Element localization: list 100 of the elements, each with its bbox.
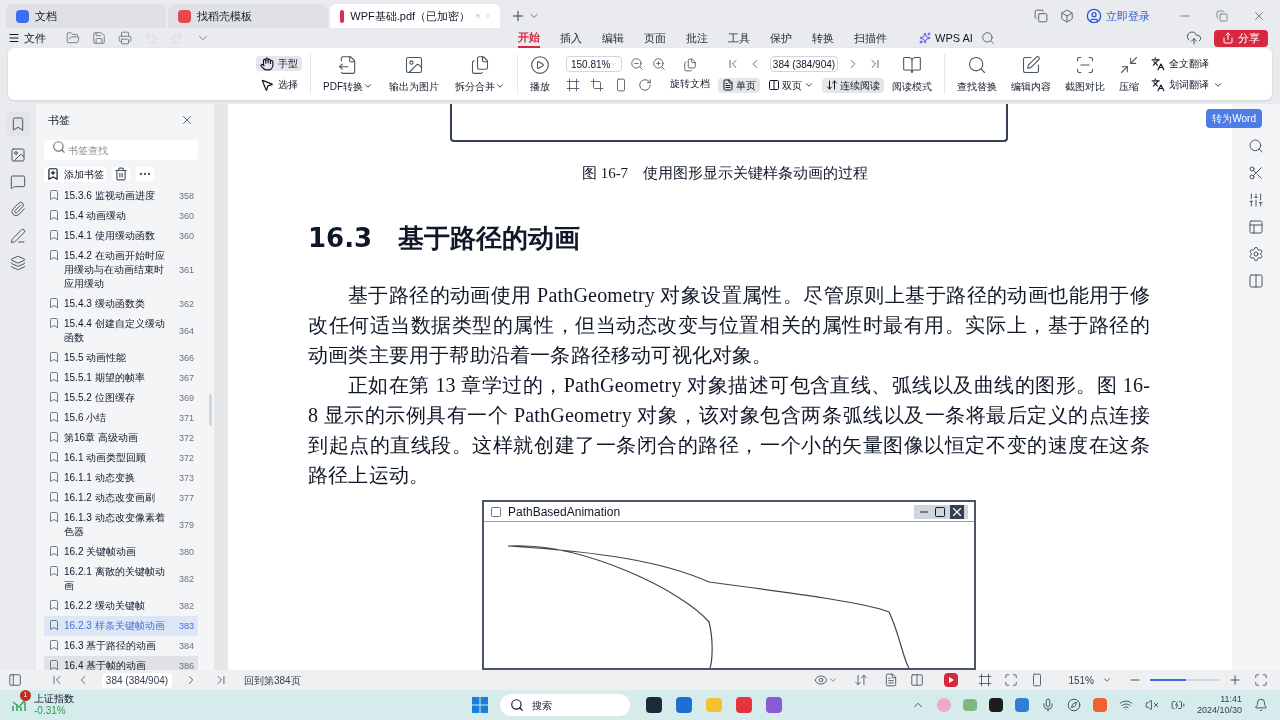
more-button[interactable] [136,167,154,181]
delete-button[interactable] [112,167,130,181]
bookmark-item[interactable]: 16.2.3 样条关键帧动画 383 [44,615,198,636]
printer-icon[interactable] [118,31,132,45]
translate-button[interactable]: 全文翻译 [1151,56,1223,71]
folder-icon[interactable] [66,31,80,45]
fit-icon[interactable] [566,78,580,92]
play-button[interactable]: 播放 [526,54,554,94]
add-bookmark-button[interactable]: 添加书签 [44,166,106,182]
toolbar-button[interactable]: 截图对比 [1061,54,1109,94]
signature-icon[interactable] [10,228,26,244]
page-icon[interactable] [614,78,628,92]
visual-studio-taskbar-icon[interactable] [766,697,782,713]
ribbon-tab[interactable]: 工具 [728,28,750,48]
microphone-icon[interactable] [1040,698,1055,712]
first-page-icon[interactable] [50,673,64,687]
bookmark-item[interactable]: 15.4.4 创建自定义缓动函数 364 [44,313,198,348]
tray-app-icon[interactable] [988,698,1003,712]
columns-icon[interactable] [910,673,925,687]
tool-icon[interactable] [1248,165,1264,181]
sliders-icon[interactable] [1248,192,1264,208]
app-taskbar-icon[interactable] [646,697,662,713]
bookmark-panel-button[interactable] [6,112,30,136]
bookmark-item[interactable]: 15.5.1 期望的帧率 367 [44,367,198,388]
fullscreen-icon[interactable] [1254,673,1268,687]
bookmark-item[interactable]: 15.4.2 在动画开始时应用缓动与在动画结束时应用缓动 361 [44,245,198,294]
bookmark-item[interactable]: 15.4 动画缓动 360 [44,205,198,226]
zoom-in-icon[interactable] [1228,673,1242,687]
page-field[interactable]: 384 (384/904) [770,55,838,72]
bookmark-search-field[interactable]: 书签查找 [44,140,198,160]
bookmark-item[interactable]: 第16章 高级动画 372 [44,427,198,448]
single-page-button[interactable]: 单页 [718,77,760,93]
convert-to-word-button[interactable]: 转为Word [1206,109,1262,128]
bookmark-item[interactable]: 16.2.2 缓动关键帧 382 [44,595,198,616]
word-translate-button[interactable]: 划词翻译 [1151,77,1223,92]
select-tool-button[interactable]: 选择 [256,77,302,92]
bookmark-item[interactable]: 16.1.2 动态改变画刷 377 [44,487,198,508]
bookmark-item[interactable]: 15.6 小结 371 [44,407,198,428]
toolbar-button[interactable]: 压缩 [1115,54,1143,94]
bookmark-item[interactable]: 16.3 基于路径的动画 384 [44,635,198,656]
bookmark-item[interactable]: 16.2.1 离散的关键帧动画 382 [44,561,198,596]
back-to-page-link[interactable]: 回到第384页 [244,672,301,688]
restore-icon[interactable] [1216,9,1228,22]
save-icon[interactable] [92,31,106,45]
ribbon-tab[interactable]: 批注 [686,28,708,48]
continuous-icon[interactable] [854,673,869,687]
sidebar-toggle-icon[interactable] [8,673,22,687]
last-page-icon[interactable] [214,673,228,687]
zoom-field[interactable]: 150.81% [566,56,622,72]
caret-icon[interactable] [828,675,839,685]
toolbar-button[interactable]: 拆分合并 [451,54,509,94]
bookmark-item[interactable]: 16.1.3 动态改变像素着色器 379 [44,507,198,542]
search-icon[interactable] [980,31,995,45]
ai-button[interactable]: WPS AI [919,29,973,47]
mute-icon[interactable] [1144,698,1159,712]
toolbar-button[interactable]: 输出为图片 [385,54,443,94]
double-page-button[interactable]: 双页 [764,77,818,93]
bookmark-item[interactable]: 15.4.1 使用缓动函数 360 [44,225,198,246]
comment-icon[interactable] [10,174,26,190]
columns-icon[interactable] [1248,273,1264,289]
settings-icon[interactable] [1248,246,1264,262]
layers-icon[interactable] [10,255,26,271]
windows-start-icon[interactable] [472,697,488,713]
fit-page-icon[interactable] [1004,673,1019,687]
file-menu[interactable]: 文件 [8,29,46,47]
ribbon-tab[interactable]: 编辑 [602,28,624,48]
ribbon-tab[interactable]: 页面 [644,28,666,48]
store-taskbar-icon[interactable] [676,697,692,713]
rotate-document-icon[interactable] [683,57,697,72]
layout-icon[interactable] [1248,219,1264,235]
zoom-dropdown[interactable]: 151% [1068,672,1112,688]
crop-icon[interactable] [590,78,604,92]
bookmark-item[interactable]: 16.2 关键帧动画 380 [44,541,198,562]
new-tab-icon[interactable] [510,8,526,24]
ribbon-tab[interactable]: 扫描件 [854,28,887,48]
bookmark-item[interactable]: 15.5 动画性能 366 [44,347,198,368]
cloud-icon[interactable] [1186,30,1202,46]
zoom-out-icon[interactable] [630,57,644,71]
ribbon-tab[interactable]: 转换 [812,28,834,48]
bookmark-item[interactable]: 16.4 基于帧的动画 386 [44,655,198,670]
window-icon[interactable] [1034,8,1048,23]
bookmark-item[interactable]: 15.4.3 缓动函数类 362 [44,293,198,314]
bookmark-item[interactable]: 16.1.1 动态变换 373 [44,467,198,488]
continuous-button[interactable]: 连续阅读 [822,77,884,93]
page-field[interactable]: 384 (384/904) [102,672,172,688]
cube-icon[interactable] [1060,8,1074,23]
ribbon-tab[interactable]: 保护 [770,28,792,48]
fit-icon[interactable] [978,673,993,687]
battery-icon[interactable] [1170,698,1185,712]
hand-tool-button[interactable]: 手型 [256,56,302,71]
document-tab[interactable]: 找稻壳模板 [168,4,328,28]
toolbar-button[interactable]: 查找替换 [953,54,1001,94]
toolbar-button[interactable]: 阅读模式 [888,54,936,94]
login-button[interactable]: 立即登录 [1086,7,1150,24]
rotate-icon[interactable] [638,78,652,92]
toolbar-button[interactable]: PDF转换 [319,54,377,94]
rotate-button[interactable]: 旋转文档 [670,75,710,91]
bookmark-item[interactable]: 15.3.6 监视动画进度 358 [44,185,198,206]
notification-icon[interactable] [1254,698,1268,712]
taskbar-search-field[interactable]: 搜索 [500,694,630,716]
